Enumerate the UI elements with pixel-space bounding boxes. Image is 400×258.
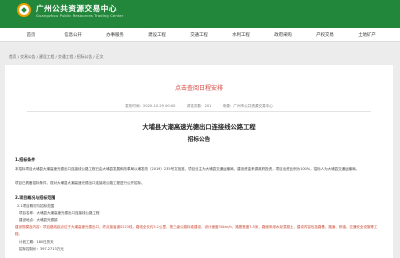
divider xyxy=(27,111,371,112)
section-1-paragraph: 本招标项目大埔县大潮高速光德出口连接线公路工程已由大埔县发展和改革局以埔发改（2… xyxy=(15,167,360,171)
list-item: 计划工期：180日历天 xyxy=(19,240,54,244)
view-count: 浏览次数：201 xyxy=(186,104,212,108)
article-subtitle: 招标公告 xyxy=(187,137,211,143)
nav-item-procurement[interactable]: 政府采购 xyxy=(262,32,304,38)
nav-item-service[interactable]: 办事服务 xyxy=(94,32,136,38)
publish-date: 发布时间：2020-10-29 00:00 xyxy=(125,104,176,108)
nav-item-water[interactable]: 水利工程 xyxy=(220,32,262,38)
nav-item-transport[interactable]: 交通工程 xyxy=(178,32,220,38)
source-label: 来源：广州市公共资源交易中心 xyxy=(222,104,273,108)
section-heading-2: 2.项目概况与招标范围 xyxy=(15,195,56,200)
article-meta: 发布时间：2020-10-29 00:00 浏览次数：201 来源：广州市公共资… xyxy=(5,104,393,109)
nav-item-home[interactable]: 首页 xyxy=(10,32,52,38)
list-item: 招标控制价：397.2713万元 xyxy=(19,247,64,251)
article-title: 大埔县大潮高速光德出口连接线公路工程 xyxy=(142,124,256,131)
breadcrumb[interactable]: 首页 / 交易公告 / 建设工程 / 交通工程 / 招标公告 / 正文 xyxy=(9,54,103,60)
site-header: 广州公共资源交易中心 Guangzhou Public Resources Tr… xyxy=(0,0,400,28)
nav-item-info[interactable]: 信息公开 xyxy=(52,32,94,38)
list-item: 项目名称：大埔县大潮高速光德出口连接线公路工程 xyxy=(19,211,100,215)
site-subtitle: Guangzhou Public Resources Trading Cente… xyxy=(36,14,124,18)
schedule-link[interactable]: 点击查阅日程安排 xyxy=(5,83,393,92)
logo-icon[interactable] xyxy=(17,3,31,17)
main-nav: 首页 信息公开 办事服务 建设工程 交通工程 水利工程 政府采购 产权交易 土地… xyxy=(0,28,400,42)
list-item: 建设地点：大埔县光德镇 xyxy=(19,218,58,222)
nav-item-construction[interactable]: 建设工程 xyxy=(136,32,178,38)
site-name[interactable]: 广州公共资源交易中心 xyxy=(36,3,117,14)
section-heading-1: 1.招标条件 xyxy=(15,157,36,162)
scope-paragraph: 建设规模及内容：项目路线起点位于大潮高速光德出口，终点接省道S223线，路线全长… xyxy=(15,225,378,236)
section-1-paragraph-2: 项目已具备招标条件，现对大埔县大潮高速光德出口连接线公路工程进行公开招标。 xyxy=(15,181,145,185)
article-card: 点击查阅日程安排 发布时间：2020-10-29 00:00 浏览次数：201 … xyxy=(5,65,393,258)
section-2-sub: 2.1项目概况与招标范围 xyxy=(17,204,55,208)
nav-item-land[interactable]: 土地矿产 xyxy=(346,32,388,38)
nav-item-property[interactable]: 产权交易 xyxy=(304,32,346,38)
